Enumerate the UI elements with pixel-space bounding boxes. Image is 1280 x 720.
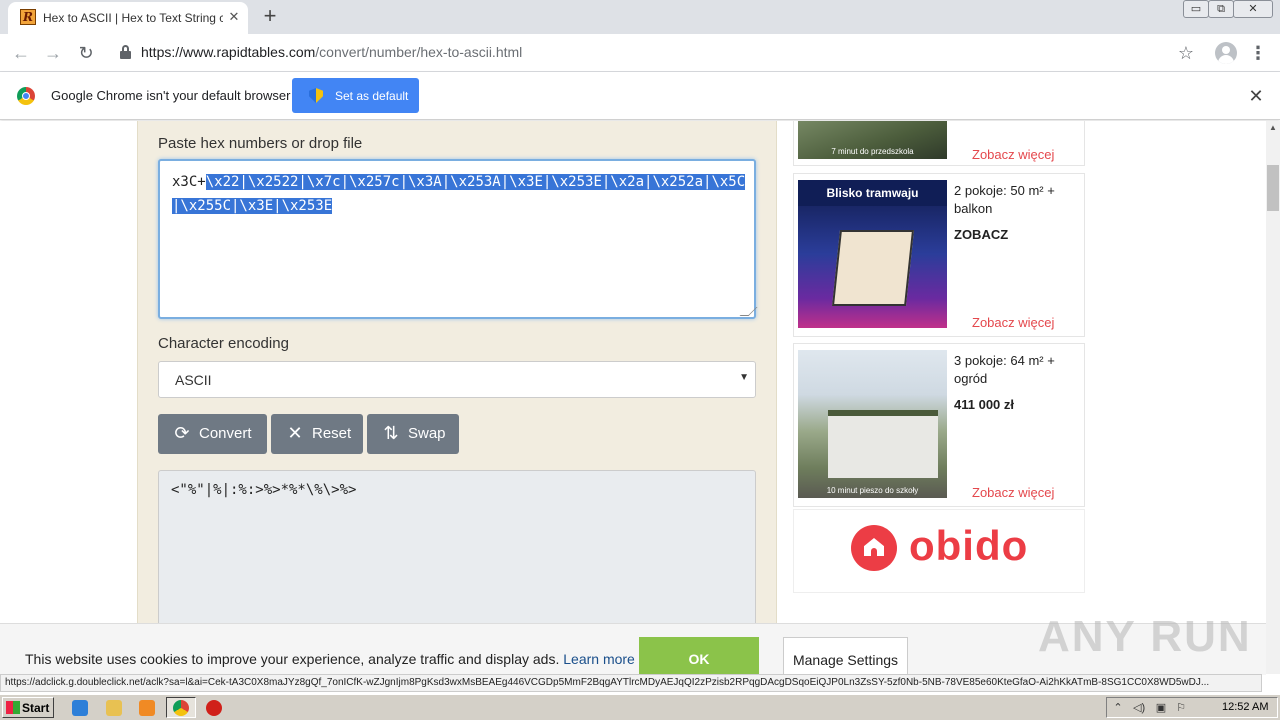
reset-label: Reset bbox=[312, 425, 352, 442]
new-tab-button[interactable]: + bbox=[258, 5, 282, 29]
swap-arrows-icon: ⇅ bbox=[383, 423, 399, 443]
ad-price: 411 000 zł bbox=[954, 397, 1014, 412]
anyrun-watermark: ANY RUN bbox=[1038, 612, 1252, 661]
swap-button[interactable]: ⇅ Swap bbox=[367, 414, 459, 454]
ad-title: 2 pokoje: 50 m² + balkon bbox=[954, 183, 1055, 216]
ad-title: 3 pokoje: 64 m² + ogród bbox=[954, 353, 1055, 386]
ascii-output-text: <"%"|%|:%:>%>*%*\%\>%> bbox=[171, 482, 357, 498]
refresh-icon: ⟳ bbox=[174, 423, 190, 443]
folder-icon[interactable] bbox=[106, 700, 122, 716]
page-content: Paste hex numbers or drop file x3C+\x22|… bbox=[0, 121, 1266, 623]
hex-input-textarea[interactable]: x3C+\x22|\x2522|\x7c|\x257c|\x3A|\x253A|… bbox=[158, 159, 758, 319]
ad-caption: 7 minut do przedszkola bbox=[831, 147, 914, 156]
taskbar-clock[interactable]: 12:52 AM bbox=[1222, 701, 1268, 713]
lock-icon[interactable] bbox=[120, 45, 132, 59]
minimize-button[interactable]: ▭ bbox=[1183, 0, 1209, 18]
convert-button[interactable]: ⟳ Convert bbox=[158, 414, 267, 454]
ad-cta: ZOBACZ bbox=[954, 227, 1009, 242]
system-tray: ⌃ ◁) ▣ ⚐ 12:52 AM bbox=[1106, 697, 1278, 718]
resize-grip-icon[interactable] bbox=[739, 307, 758, 316]
ad-photo: Blisko tramwaju bbox=[798, 180, 947, 328]
url-path: /convert/number/hex-to-ascii.html bbox=[315, 44, 523, 60]
tab-close-icon[interactable]: ✕ bbox=[226, 9, 242, 25]
tab-title: Hex to ASCII | Hex to Text String co bbox=[43, 11, 223, 25]
bookmark-star-icon[interactable]: ☆ bbox=[1175, 41, 1197, 65]
encoding-select[interactable]: ASCII ▼ bbox=[158, 361, 756, 398]
reload-icon[interactable]: ↻ bbox=[73, 40, 99, 66]
obido-wordmark: obido bbox=[909, 522, 1029, 569]
ad-photo: 7 minut do przedszkola bbox=[798, 121, 947, 159]
ad-photo: 10 minut pieszo do szkoły bbox=[798, 350, 947, 498]
encoding-value: ASCII bbox=[175, 372, 212, 388]
scroll-thumb[interactable] bbox=[1267, 165, 1279, 211]
input-plain-text: x3C+ bbox=[172, 174, 206, 190]
ad-card[interactable]: 10 minut pieszo do szkoły 3 pokoje: 64 m… bbox=[793, 343, 1085, 507]
cookie-message: This website uses cookies to improve you… bbox=[25, 651, 635, 667]
floorplan-image bbox=[832, 230, 914, 306]
building-image bbox=[828, 410, 938, 478]
ad-banner: Blisko tramwaju bbox=[798, 180, 947, 206]
profile-avatar-icon[interactable] bbox=[1215, 42, 1237, 64]
start-button[interactable]: Start bbox=[2, 697, 54, 718]
ad-see-more-link[interactable]: Zobacz więcej bbox=[972, 315, 1054, 330]
input-selected-text: \x22|\x2522|\x7c|\x257c|\x3A|\x253A|\x3E… bbox=[172, 174, 746, 214]
infobar-close-icon[interactable]: ✕ bbox=[1244, 84, 1268, 108]
stop-icon[interactable] bbox=[206, 700, 222, 716]
dropdown-arrow-icon: ▼ bbox=[739, 372, 749, 383]
tab-strip: R Hex to ASCII | Hex to Text String co ✕… bbox=[0, 0, 1280, 34]
ad-see-more-link[interactable]: Zobacz więcej bbox=[972, 485, 1054, 500]
internet-explorer-icon[interactable] bbox=[72, 700, 88, 716]
obido-house-icon bbox=[851, 525, 897, 571]
ascii-output-textarea[interactable]: <"%"|%|:%:>%>*%*\%\>%> bbox=[158, 470, 756, 623]
infobar-message: Google Chrome isn't your default browser bbox=[51, 88, 291, 103]
chrome-taskbar-button[interactable] bbox=[166, 697, 196, 718]
manage-settings-button[interactable]: Manage Settings bbox=[783, 637, 908, 676]
flag-icon[interactable]: ⚐ bbox=[1175, 702, 1187, 714]
ad-card[interactable]: Blisko tramwaju 2 pokoje: 50 m² + balkon… bbox=[793, 173, 1085, 337]
hex-input-text: x3C+\x22|\x2522|\x7c|\x257c|\x3A|\x253A|… bbox=[172, 170, 747, 218]
volume-icon[interactable]: ◁) bbox=[1133, 702, 1145, 714]
ad-card[interactable]: 7 minut do przedszkola Zobacz więcej bbox=[793, 121, 1085, 166]
media-player-icon[interactable] bbox=[139, 700, 155, 716]
back-arrow-icon[interactable]: ← bbox=[8, 40, 34, 66]
swap-label: Swap bbox=[408, 425, 446, 442]
cookie-message-text: This website uses cookies to improve you… bbox=[25, 651, 560, 667]
cookie-ok-button[interactable]: OK bbox=[639, 637, 759, 676]
rapidtables-favicon-icon: R bbox=[20, 9, 36, 25]
obido-logo-banner[interactable]: obido bbox=[793, 509, 1085, 593]
input-label: Paste hex numbers or drop file bbox=[158, 135, 363, 152]
windows-taskbar: Start ⌃ ◁) ▣ ⚐ 12:52 AM bbox=[0, 694, 1280, 720]
windows-logo-icon bbox=[6, 701, 20, 714]
network-icon[interactable]: ▣ bbox=[1155, 702, 1167, 714]
ad-see-more-link[interactable]: Zobacz więcej bbox=[972, 147, 1054, 162]
window-close-button[interactable]: ✕ bbox=[1233, 0, 1273, 18]
set-as-default-label: Set as default bbox=[335, 89, 409, 103]
placeholder bbox=[1107, 702, 1119, 714]
learn-more-link[interactable]: Learn more bbox=[563, 651, 635, 667]
x-icon: ✕ bbox=[287, 423, 303, 443]
convert-label: Convert bbox=[199, 425, 252, 442]
page-scrollbar[interactable]: ▲ bbox=[1266, 121, 1280, 674]
scroll-up-arrow-icon[interactable]: ▲ bbox=[1266, 121, 1280, 135]
uac-shield-icon bbox=[309, 88, 323, 103]
browser-tab[interactable]: R Hex to ASCII | Hex to Text String co ✕ bbox=[8, 2, 248, 34]
chrome-logo-icon bbox=[17, 87, 35, 105]
reset-button[interactable]: ✕ Reset bbox=[271, 414, 363, 454]
converter-panel: Paste hex numbers or drop file x3C+\x22|… bbox=[137, 121, 777, 623]
default-browser-infobar: Google Chrome isn't your default browser… bbox=[0, 72, 1280, 120]
restore-button[interactable]: ⧉ bbox=[1208, 0, 1234, 18]
browser-toolbar: ← → ↻ https://www.rapidtables.com/conver… bbox=[0, 34, 1280, 72]
chrome-icon bbox=[173, 700, 189, 716]
address-bar[interactable]: https://www.rapidtables.com/convert/numb… bbox=[141, 44, 1041, 62]
encoding-label: Character encoding bbox=[158, 335, 289, 352]
menu-kebab-icon[interactable]: ⋮ bbox=[1248, 40, 1268, 66]
set-as-default-button[interactable]: Set as default bbox=[292, 78, 419, 113]
status-url-bubble: https://adclick.g.doubleclick.net/aclk?s… bbox=[0, 674, 1262, 692]
start-label: Start bbox=[22, 701, 50, 715]
forward-arrow-icon[interactable]: → bbox=[40, 40, 66, 66]
url-domain: https://www.rapidtables.com bbox=[141, 44, 316, 60]
ad-caption: 10 minut pieszo do szkoły bbox=[826, 486, 919, 495]
